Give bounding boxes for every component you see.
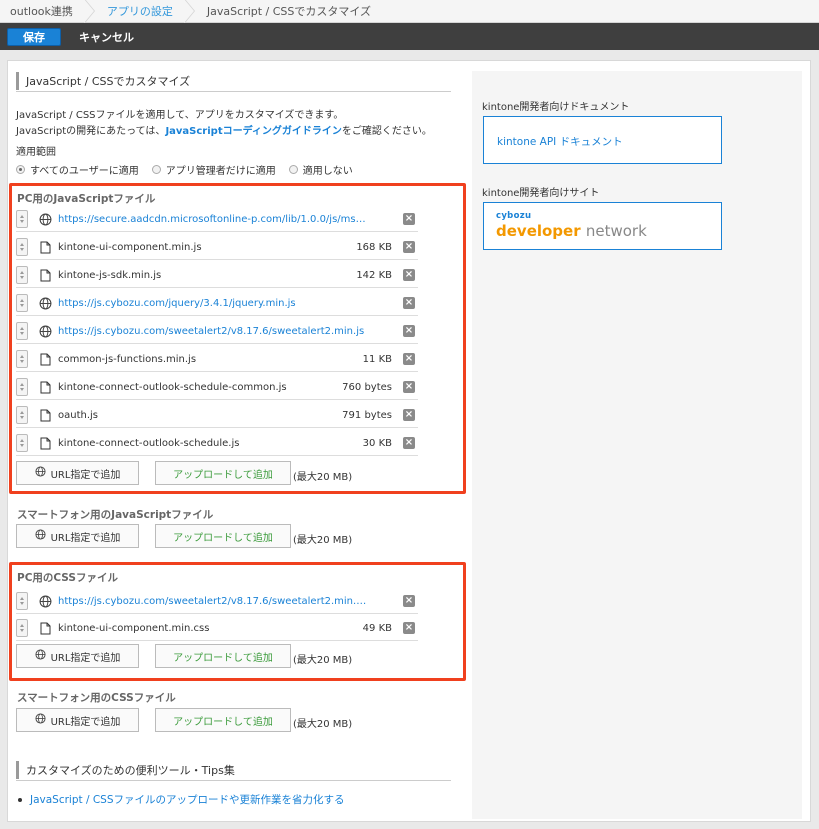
sp-js-title: スマートフォン用のJavaScriptファイル [17,509,214,521]
radio-label: アプリ管理者だけに適用 [165,166,276,177]
highlight-box [9,562,466,681]
logo-text: developer network [496,222,647,240]
site-label: kintone開発者向けサイト [482,188,600,199]
radio-icon[interactable] [151,165,161,174]
description-line2: JavaScriptの開発にあたっては、JavaScriptコーディングガイドラ… [16,122,432,137]
toolbar: 保存 キャンセル [0,23,819,50]
save-button[interactable]: 保存 [7,27,61,46]
tips-title: カスタマイズのための便利ツール・Tips集 [16,761,235,779]
sp-css-url-add-button[interactable]: URL指定で追加 [16,708,139,732]
logo-text: cybozu [496,211,532,221]
radio-checked-icon[interactable] [16,165,25,174]
tip-item[interactable]: JavaScript / CSSファイルのアップロードや更新作業を省力化する [18,792,345,807]
description-text: JavaScriptの開発にあたっては、 [16,126,166,137]
description-text: をご確認ください。 [341,126,432,137]
divider [16,780,451,781]
breadcrumb-current: JavaScript / CSSでカスタマイズ [206,5,372,18]
radio-label: すべてのユーザーに適用 [30,166,139,177]
divider [16,91,451,92]
breadcrumb: outlook連携 アプリの設定 JavaScript / CSSでカスタマイズ [0,0,819,23]
scope-label: 適用範囲 [16,147,56,158]
scope-option-none[interactable]: 適用しない [288,162,353,177]
cancel-button[interactable]: キャンセル [79,29,134,45]
sp-css-upload-add-button[interactable]: アップロードして追加 [155,708,291,732]
bullet-icon [18,797,22,802]
max-size-note: (最大20 MB) [293,535,353,546]
developer-network-logo: cybozu developer network [496,211,647,240]
radio-label: 適用しない [302,166,353,177]
button-label: URL指定で追加 [50,716,121,728]
coding-guideline-link[interactable]: JavaScriptコーディングガイドライン [165,126,341,137]
radio-icon[interactable] [288,165,298,174]
scope-option-admin[interactable]: アプリ管理者だけに適用 [151,162,276,177]
api-docs-link[interactable]: kintone API ドキュメント [497,134,623,149]
scope-radio-group: すべてのユーザーに適用 アプリ管理者だけに適用 適用しない [16,162,353,177]
api-docs-link-box[interactable]: kintone API ドキュメント [483,116,722,164]
developer-network-banner[interactable]: cybozu developer network [483,202,722,250]
page-title: JavaScript / CSSでカスタマイズ [16,72,190,90]
highlight-box [9,183,466,494]
breadcrumb-app-settings[interactable]: アプリの設定 [97,0,187,22]
globe-icon [35,713,46,727]
breadcrumb-separator [183,0,197,23]
sp-css-title: スマートフォン用のCSSファイル [17,692,176,704]
breadcrumb-app[interactable]: outlook連携 [0,0,87,22]
sp-js-url-add-button[interactable]: URL指定で追加 [16,524,139,548]
breadcrumb-separator [83,0,97,23]
globe-icon [35,529,46,543]
description-line1: JavaScript / CSSファイルを適用して、アプリをカスタマイズできます… [16,110,344,121]
docs-label: kintone開発者向けドキュメント [482,102,630,113]
max-size-note: (最大20 MB) [293,719,353,730]
sp-js-upload-add-button[interactable]: アップロードして追加 [155,524,291,548]
button-label: URL指定で追加 [50,532,121,544]
tip-link[interactable]: JavaScript / CSSファイルのアップロードや更新作業を省力化する [30,792,345,807]
scope-option-all[interactable]: すべてのユーザーに適用 [16,162,139,177]
